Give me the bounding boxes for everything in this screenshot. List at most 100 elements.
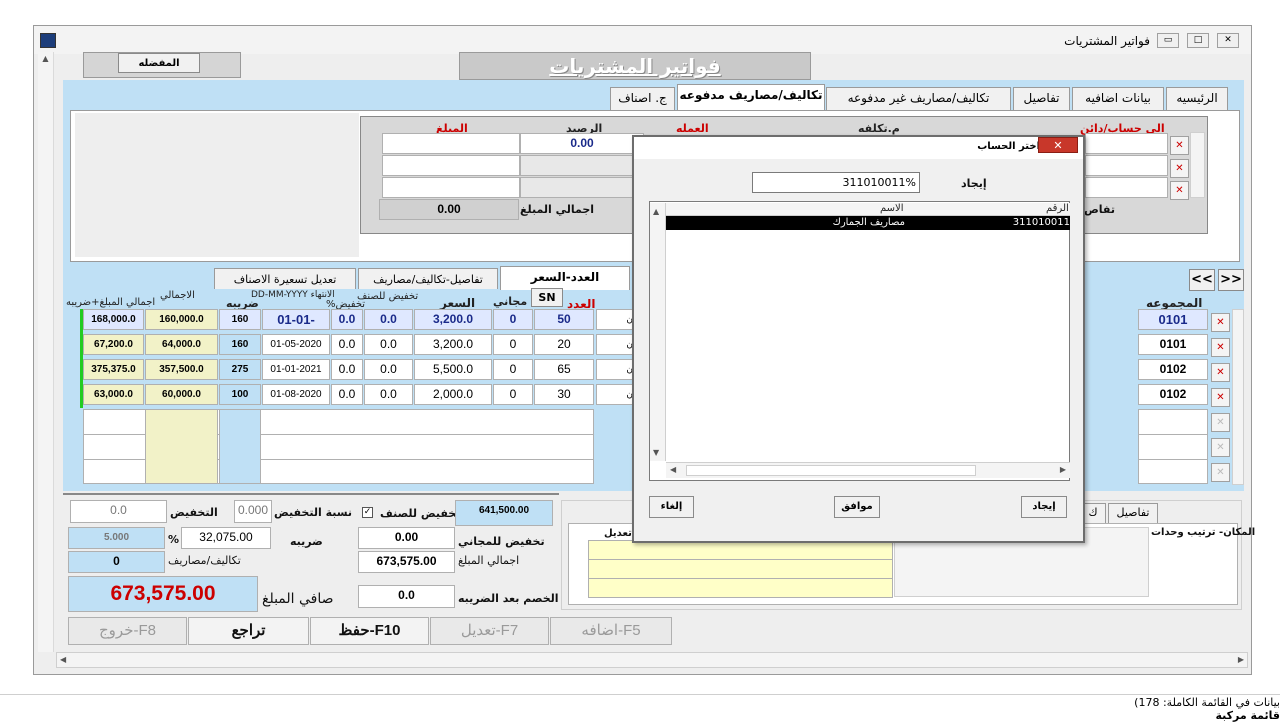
row-free[interactable]: 0	[493, 334, 533, 355]
row-account-name[interactable]: مصاريف الجمارك	[800, 217, 905, 228]
list-hscroll[interactable]: ◀ ▶	[666, 462, 1070, 478]
delete-row-icon[interactable]: ✕	[1211, 463, 1230, 482]
row-expiry[interactable]: 01-05-2020	[262, 334, 330, 355]
delete-row-icon[interactable]: ✕	[1170, 181, 1189, 200]
ok-button[interactable]: موافق	[834, 496, 880, 518]
row-qty[interactable]: 30	[534, 384, 594, 405]
empty-group-column[interactable]	[1138, 409, 1208, 484]
row-item-discount[interactable]: 0.0	[364, 384, 413, 405]
tab-extra-data[interactable]: بيانات اضافيه	[1072, 87, 1164, 110]
scroll-up-icon[interactable]: ▲	[38, 54, 53, 63]
maximize-button[interactable]: □	[1187, 33, 1209, 48]
row-price[interactable]: 3,200.0	[414, 309, 492, 330]
row-item-discount[interactable]: 0.0	[364, 359, 413, 380]
subtab-qty-price[interactable]: العدد-السعر	[500, 266, 630, 290]
row-qty[interactable]: 20	[534, 334, 594, 355]
row-expiry[interactable]: 01-08-2020	[262, 384, 330, 405]
row-discount-pct[interactable]: 0.0	[331, 359, 363, 380]
after-tax-value[interactable]: 0.0	[358, 585, 455, 608]
subtab-cost-details[interactable]: تفاصيل-تكاليف/مصاريف	[358, 268, 498, 289]
row-group[interactable]: 0102	[1138, 384, 1208, 405]
net-amount-label: صافي المبلغ	[262, 591, 334, 607]
minimize-button[interactable]: ▭	[1157, 33, 1179, 48]
row-discount-pct[interactable]: 0.0	[331, 334, 363, 355]
scroll-left-icon[interactable]: ◀	[60, 655, 66, 664]
list-scroll-right-icon[interactable]: ▶	[1060, 465, 1066, 474]
delete-row-icon[interactable]: ✕	[1211, 388, 1230, 407]
tab-body-left	[75, 113, 359, 257]
search-input[interactable]: 311010011%	[752, 172, 920, 193]
costs-scrollbar[interactable]	[1190, 132, 1205, 198]
row-qty[interactable]: 65	[534, 359, 594, 380]
delete-row-icon[interactable]: ✕	[1170, 159, 1189, 178]
row-total: 357,500.0	[145, 359, 218, 380]
items-scrollbar[interactable]	[1232, 309, 1244, 485]
header-currency: العمله	[676, 122, 709, 135]
row-group[interactable]: 0101	[1138, 309, 1208, 330]
tab-unpaid-costs[interactable]: تكاليف/مصاريف غير مدفوعه	[826, 87, 1011, 110]
delete-row-icon[interactable]: ✕	[1211, 438, 1230, 457]
item-discount-checkbox[interactable]: ✓	[362, 507, 373, 518]
row-discount-pct[interactable]: 0.0	[331, 309, 363, 330]
account-cell[interactable]	[1085, 155, 1168, 176]
delete-row-icon[interactable]: ✕	[1211, 413, 1230, 432]
list-scroll-up-icon[interactable]: ▲	[653, 207, 659, 216]
delete-row-icon[interactable]: ✕	[1211, 338, 1230, 357]
discount-rate-value[interactable]: 0.000	[234, 500, 272, 523]
exit-button[interactable]: خروج-F8	[68, 617, 187, 645]
find-button[interactable]: إيجاد	[1021, 496, 1067, 518]
lower-grid[interactable]	[588, 540, 893, 598]
lower-tab-details[interactable]: تفاصيل	[1108, 503, 1158, 523]
discount-rate-label: نسبة التخفيض	[274, 506, 353, 519]
discount-value[interactable]: 0.0	[70, 500, 167, 523]
tab-items[interactable]: ج. اصناف	[610, 87, 675, 110]
row-group[interactable]: 0101	[1138, 334, 1208, 355]
close-window-button[interactable]: ✕	[1217, 33, 1239, 48]
sn-button[interactable]: SN	[531, 288, 563, 307]
row-qty[interactable]: 50	[534, 309, 594, 330]
save-button[interactable]: حفظ-F10	[310, 617, 429, 645]
row-free[interactable]: 0	[493, 359, 533, 380]
row-item-discount[interactable]: 0.0	[364, 334, 413, 355]
dialog-close-icon[interactable]: ✕	[1038, 137, 1078, 153]
row-price[interactable]: 3,200.0	[414, 334, 492, 355]
prev-button[interactable]: <<	[1189, 269, 1215, 291]
next-button[interactable]: >>	[1218, 269, 1244, 291]
subtab-price-edit[interactable]: تعديل تسعيرة الاصناف	[214, 268, 356, 289]
list-vscroll[interactable]: ▲ ▼	[650, 203, 666, 461]
row-price[interactable]: 5,500.0	[414, 359, 492, 380]
edit-button[interactable]: تعديل-F7	[430, 617, 549, 645]
amount-cell[interactable]	[382, 133, 520, 154]
list-scroll-down-icon[interactable]: ▼	[653, 448, 659, 457]
undo-button[interactable]: تراجع	[188, 617, 309, 645]
delete-row-icon[interactable]: ✕	[1170, 136, 1189, 155]
list-scroll-left-icon[interactable]: ◀	[670, 465, 676, 474]
window-title: فواتير المشتريات	[1064, 34, 1150, 48]
row-expiry[interactable]: 01-01-2020	[262, 309, 330, 330]
scroll-right-icon[interactable]: ▶	[1238, 655, 1244, 664]
row-free[interactable]: 0	[493, 309, 533, 330]
row-expiry[interactable]: 01-01-2021	[262, 359, 330, 380]
tab-main[interactable]: الرئيسيه	[1166, 87, 1228, 110]
account-list[interactable]	[649, 201, 1070, 481]
row-discount-pct[interactable]: 0.0	[331, 384, 363, 405]
cancel-button[interactable]: إلغاء	[649, 496, 694, 518]
row-price[interactable]: 2,000.0	[414, 384, 492, 405]
list-hscroll-thumb[interactable]	[686, 465, 976, 476]
row-group[interactable]: 0102	[1138, 359, 1208, 380]
favorites-button[interactable]: المفضله	[118, 53, 200, 73]
row-free[interactable]: 0	[493, 384, 533, 405]
delete-row-icon[interactable]: ✕	[1211, 313, 1230, 332]
horizontal-scrollbar[interactable]: ◀ ▶	[56, 652, 1248, 668]
amount-cell[interactable]	[382, 155, 520, 176]
vertical-scrollbar[interactable]: ▲	[38, 52, 54, 652]
tab-details[interactable]: تفاصيل	[1013, 87, 1070, 110]
delete-row-icon[interactable]: ✕	[1211, 363, 1230, 382]
tab-paid-costs[interactable]: تكاليف/مصاريف مدفوعه	[677, 84, 825, 111]
row-account-number[interactable]: 311010011	[1010, 217, 1070, 228]
account-cell[interactable]	[1085, 133, 1168, 154]
add-button[interactable]: اضافه-F5	[550, 617, 672, 645]
row-item-discount[interactable]: 0.0	[364, 309, 413, 330]
account-cell[interactable]	[1085, 177, 1168, 198]
amount-cell[interactable]	[382, 177, 520, 198]
